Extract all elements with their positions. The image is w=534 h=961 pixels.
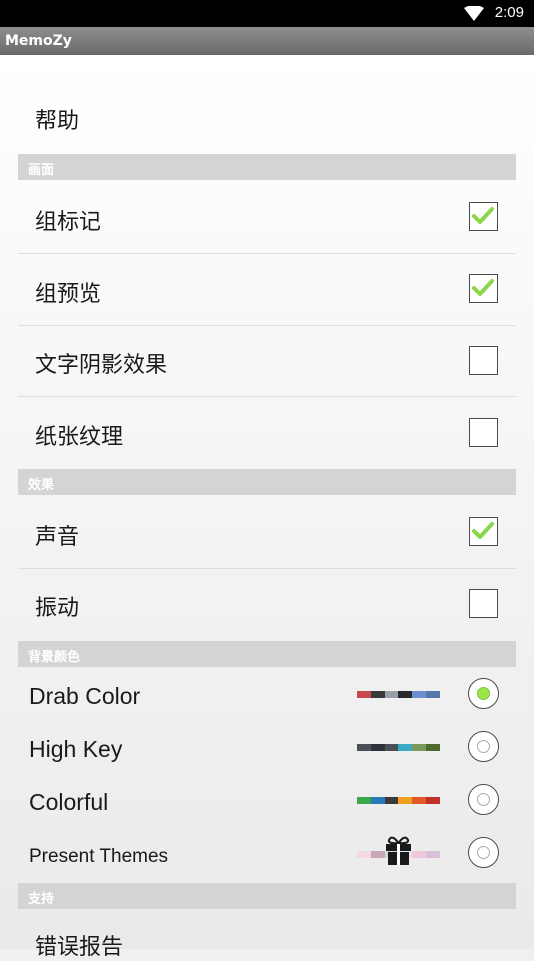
- checkbox[interactable]: [469, 274, 498, 303]
- checkbox[interactable]: [469, 346, 498, 375]
- theme-radio-button[interactable]: [468, 731, 499, 762]
- section-header-support: 支持: [18, 883, 516, 909]
- settings-list[interactable]: 帮助 画面 组标记 组预览 文字阴影效果 纸张纹理 效果 声音 振动 背景颜色 …: [0, 55, 534, 960]
- setting-label: 声音: [35, 525, 80, 550]
- status-bar: 2:09: [0, 0, 534, 27]
- help-row[interactable]: 帮助: [18, 93, 516, 143]
- checkbox[interactable]: [469, 517, 498, 546]
- theme-label: High Key: [29, 736, 123, 762]
- checkbox[interactable]: [469, 589, 498, 618]
- checkbox[interactable]: [469, 202, 498, 231]
- setting-label: 组预览: [35, 282, 102, 307]
- theme-label: Drab Color: [29, 683, 141, 709]
- app-title: MemoZy: [5, 33, 72, 49]
- wifi-icon: [464, 5, 484, 25]
- app-title-bar: MemoZy: [0, 27, 534, 55]
- theme-swatch: [357, 797, 440, 804]
- setting-label: 组标记: [35, 210, 102, 235]
- theme-label: Present Themes: [29, 846, 169, 867]
- section-header-display: 画面: [18, 154, 516, 180]
- section-header-background: 背景颜色: [18, 641, 516, 667]
- section-header-effects: 效果: [18, 469, 516, 495]
- status-time: 2:09: [494, 4, 524, 21]
- setting-label: 文字阴影效果: [35, 353, 168, 378]
- theme-swatch: [357, 691, 440, 698]
- setting-label: 纸张纹理: [35, 425, 124, 450]
- theme-radio-button[interactable]: [468, 678, 499, 709]
- theme-radio-button[interactable]: [468, 784, 499, 815]
- theme-radio-button[interactable]: [468, 837, 499, 868]
- setting-label[interactable]: 错误报告: [35, 929, 123, 961]
- setting-label: 振动: [35, 596, 80, 621]
- checkbox[interactable]: [469, 418, 498, 447]
- gift-icon: [385, 836, 412, 870]
- help-label: 帮助: [35, 109, 80, 134]
- theme-swatch: [357, 744, 440, 751]
- theme-label: Colorful: [29, 789, 109, 815]
